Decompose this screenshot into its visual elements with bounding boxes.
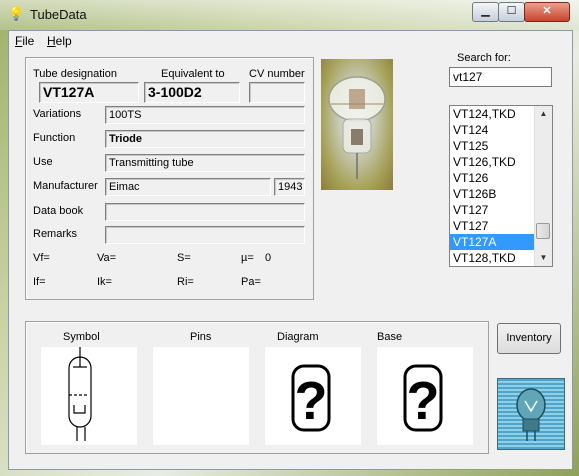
diagram-label: Diagram [277, 331, 319, 343]
list-item[interactable]: VT124 [450, 122, 537, 138]
tube-designation-field[interactable]: VT127A [39, 82, 139, 103]
question-mark-icon: ? [291, 364, 331, 432]
maximize-button[interactable]: ☐ [498, 2, 525, 22]
function-field[interactable]: Triode [105, 130, 305, 148]
variations-label: Variations [33, 108, 82, 120]
use-field[interactable]: Transmitting tube [105, 154, 305, 172]
tube-photo [321, 59, 393, 190]
use-label: Use [33, 156, 53, 168]
base-panel: ? [377, 347, 473, 445]
function-label: Function [33, 132, 76, 144]
list-scrollbar[interactable]: ▲ ▼ [534, 106, 552, 266]
list-item[interactable]: VT126B [450, 186, 537, 202]
window-title: TubeData [30, 7, 87, 22]
tube-photo-image [328, 76, 386, 179]
vf-label: Vf= [33, 252, 50, 264]
search-input[interactable]: vt127 [449, 67, 552, 87]
manufacturer-field[interactable]: Eimac [105, 178, 271, 196]
menu-bar: File Help [9, 31, 572, 51]
tube-logo-icon [516, 388, 546, 441]
data-book-label: Data book [33, 205, 84, 217]
year-field[interactable]: 1943 [274, 178, 305, 196]
list-item[interactable]: VT127A [450, 234, 537, 250]
scroll-up-icon[interactable]: ▲ [535, 106, 552, 122]
close-icon: ✕ [542, 5, 552, 17]
menu-help-accel: H [47, 34, 56, 48]
cv-number-label: CV number [249, 68, 305, 80]
if-label: If= [33, 276, 46, 288]
client-area: File Help Tube designation Equivalent to… [8, 30, 573, 470]
maximize-icon: ☐ [506, 5, 517, 17]
lightbulb-icon: 💡 [8, 6, 25, 21]
list-item[interactable]: VT126,TKD [450, 154, 537, 170]
tube-listbox[interactable]: VT124,TKD VT124 VT125 VT126,TKD VT126 VT126B V… [449, 105, 553, 267]
question-mark-icon: ? [403, 364, 443, 432]
search-for-label: Search for: [457, 52, 511, 64]
list-item[interactable]: VT127 [450, 218, 537, 234]
cv-number-field[interactable] [249, 82, 305, 103]
list-item[interactable]: VT128,TKD [450, 250, 537, 266]
manufacturer-label: Manufacturer [33, 180, 98, 192]
variations-field[interactable]: 100TS [105, 106, 305, 124]
base-label: Base [377, 331, 403, 343]
inventory-button[interactable]: Inventory [497, 323, 561, 354]
equivalent-to-label: Equivalent to [161, 68, 225, 80]
menu-help[interactable]: Help [47, 34, 72, 48]
data-book-field[interactable] [105, 203, 305, 221]
ik-label: Ik= [97, 276, 112, 288]
equivalent-to-field[interactable]: 3-100D2 [144, 82, 240, 103]
menu-help-rest: elp [55, 34, 72, 48]
triode-symbol-icon [68, 347, 92, 441]
remarks-label: Remarks [33, 228, 78, 240]
ri-label: Ri= [177, 276, 194, 288]
minimize-button[interactable]: ▁ [472, 2, 499, 22]
title-bar[interactable]: 💡 TubeData ▁ ☐ ✕ [0, 0, 579, 30]
scroll-down-icon[interactable]: ▼ [535, 250, 552, 266]
mu-value: 0 [265, 252, 272, 264]
menu-file-rest: ile [22, 34, 35, 48]
menu-file[interactable]: File [15, 34, 34, 48]
mu-label: µ= [241, 252, 254, 264]
minimize-icon: ▁ [481, 5, 490, 17]
pins-label: Pins [190, 331, 212, 343]
scroll-thumb[interactable] [536, 223, 550, 239]
pa-label: Pa= [241, 276, 261, 288]
symbol-panel [41, 347, 137, 445]
va-label: Va= [97, 252, 117, 264]
tubedata-window: 💡 TubeData ▁ ☐ ✕ File Help Tube designat… [0, 0, 579, 476]
diagram-panel: ? [265, 347, 361, 445]
list-item[interactable]: VT125 [450, 138, 537, 154]
list-item[interactable]: VT127 [450, 202, 537, 218]
list-item[interactable]: VT126 [450, 170, 537, 186]
app-logo [497, 378, 565, 450]
pins-panel [153, 347, 249, 445]
close-button[interactable]: ✕ [524, 2, 570, 22]
svg-text:?: ? [295, 371, 328, 431]
symbol-label: Symbol [63, 331, 100, 343]
svg-text:?: ? [407, 371, 440, 431]
remarks-field[interactable] [105, 226, 305, 244]
s-label: S= [177, 252, 191, 264]
tube-designation-label: Tube designation [33, 68, 117, 80]
list-item[interactable]: VT124,TKD [450, 106, 537, 122]
